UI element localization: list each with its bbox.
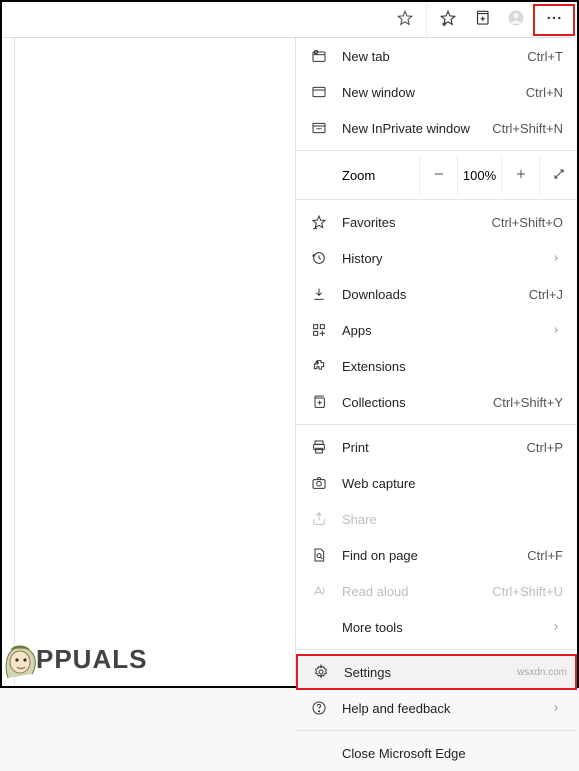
menu-label: New window [342, 85, 526, 100]
menu-read-aloud: Read aloud Ctrl+Shift+U [296, 573, 577, 609]
window-icon [310, 83, 328, 101]
menu-label: New tab [342, 49, 527, 64]
menu-label: Share [342, 512, 563, 527]
apps-icon [310, 321, 328, 339]
help-icon [310, 699, 328, 717]
menu-label: More tools [342, 620, 549, 635]
menu-print[interactable]: Print Ctrl+P [296, 429, 577, 465]
menu-label: Extensions [342, 359, 563, 374]
menu-favorites[interactable]: Favorites Ctrl+Shift+O [296, 204, 577, 240]
menu-divider [296, 730, 577, 731]
menu-shortcut: Ctrl+Shift+O [491, 215, 563, 230]
print-icon [310, 438, 328, 456]
new-tab-icon [310, 47, 328, 65]
menu-label: Downloads [342, 287, 529, 302]
favorites-icon [310, 213, 328, 231]
menu-history[interactable]: History [296, 240, 577, 276]
menu-divider [296, 424, 577, 425]
menu-shortcut: Ctrl+Shift+U [492, 584, 563, 599]
chevron-right-icon [549, 703, 563, 713]
collections-button[interactable] [465, 5, 499, 35]
menu-label: Read aloud [342, 584, 492, 599]
inprivate-icon [310, 119, 328, 137]
menu-label: Close Microsoft Edge [342, 746, 563, 761]
favorites-menu-button[interactable] [431, 5, 465, 35]
menu-label: Apps [342, 323, 549, 338]
menu-divider [296, 150, 577, 151]
history-icon [310, 249, 328, 267]
watermark-text: wsxdn.com [517, 667, 567, 678]
add-favorite-button[interactable] [388, 5, 422, 35]
camera-icon [310, 474, 328, 492]
menu-divider [296, 649, 577, 650]
fullscreen-icon [552, 167, 566, 184]
menu-downloads[interactable]: Downloads Ctrl+J [296, 276, 577, 312]
menu-shortcut: Ctrl+P [527, 440, 563, 455]
menu-zoom-row: Zoom 100% [296, 155, 577, 195]
menu-shortcut: Ctrl+T [527, 49, 563, 64]
profile-button[interactable] [499, 5, 533, 35]
chevron-right-icon [549, 622, 563, 632]
menu-label: Help and feedback [342, 701, 549, 716]
chevron-right-icon [549, 325, 563, 335]
menu-help-and-feedback[interactable]: Help and feedback [296, 690, 577, 726]
menu-share: Share [296, 501, 577, 537]
menu-new-window[interactable]: New window Ctrl+N [296, 74, 577, 110]
left-splitter [14, 38, 15, 686]
menu-shortcut: Ctrl+Shift+Y [493, 395, 563, 410]
zoom-in-button[interactable] [501, 155, 539, 195]
appuals-mascot-icon [0, 638, 40, 680]
settings-and-more-button[interactable] [533, 4, 575, 36]
chevron-right-icon [549, 253, 563, 263]
minus-icon [432, 167, 446, 184]
more-icon [545, 9, 563, 30]
toolbar-separator [426, 2, 427, 37]
menu-shortcut: Ctrl+J [529, 287, 563, 302]
menu-label: Favorites [342, 215, 491, 230]
menu-close-edge[interactable]: Close Microsoft Edge [296, 735, 577, 771]
browser-toolbar [2, 2, 577, 38]
menu-extensions[interactable]: Extensions [296, 348, 577, 384]
zoom-out-button[interactable] [419, 155, 457, 195]
menu-shortcut: Ctrl+N [526, 85, 563, 100]
zoom-value: 100% [457, 155, 501, 195]
collections-icon [473, 9, 491, 30]
menu-find-on-page[interactable]: Find on page Ctrl+F [296, 537, 577, 573]
app-frame: New tab Ctrl+T New window Ctrl+N New InP… [0, 0, 579, 688]
menu-label: Print [342, 440, 527, 455]
menu-apps[interactable]: Apps [296, 312, 577, 348]
menu-shortcut: Ctrl+Shift+N [492, 121, 563, 136]
collections-icon [310, 393, 328, 411]
read-aloud-icon [310, 582, 328, 600]
plus-icon [514, 167, 528, 184]
download-icon [310, 285, 328, 303]
menu-web-capture[interactable]: Web capture [296, 465, 577, 501]
settings-and-more-menu: New tab Ctrl+T New window Ctrl+N New InP… [295, 38, 577, 686]
share-icon [310, 510, 328, 528]
menu-divider [296, 199, 577, 200]
gear-icon [312, 663, 330, 681]
menu-shortcut: Ctrl+F [527, 548, 563, 563]
menu-label: History [342, 251, 549, 266]
menu-new-tab[interactable]: New tab Ctrl+T [296, 38, 577, 74]
zoom-label: Zoom [296, 168, 419, 183]
content-area: New tab Ctrl+T New window Ctrl+N New InP… [2, 38, 577, 686]
appuals-text: PPUALS [36, 644, 147, 675]
menu-label: Find on page [342, 548, 527, 563]
find-icon [310, 546, 328, 564]
extensions-icon [310, 357, 328, 375]
menu-new-inprivate[interactable]: New InPrivate window Ctrl+Shift+N [296, 110, 577, 146]
profile-icon [507, 9, 525, 30]
menu-collections[interactable]: Collections Ctrl+Shift+Y [296, 384, 577, 420]
fullscreen-button[interactable] [539, 155, 577, 195]
menu-label: New InPrivate window [342, 121, 492, 136]
menu-label: Web capture [342, 476, 563, 491]
star-plus-icon [439, 9, 457, 30]
menu-label: Collections [342, 395, 493, 410]
menu-more-tools[interactable]: More tools [296, 609, 577, 645]
star-icon [396, 9, 414, 30]
appuals-logo: PPUALS [0, 638, 147, 680]
